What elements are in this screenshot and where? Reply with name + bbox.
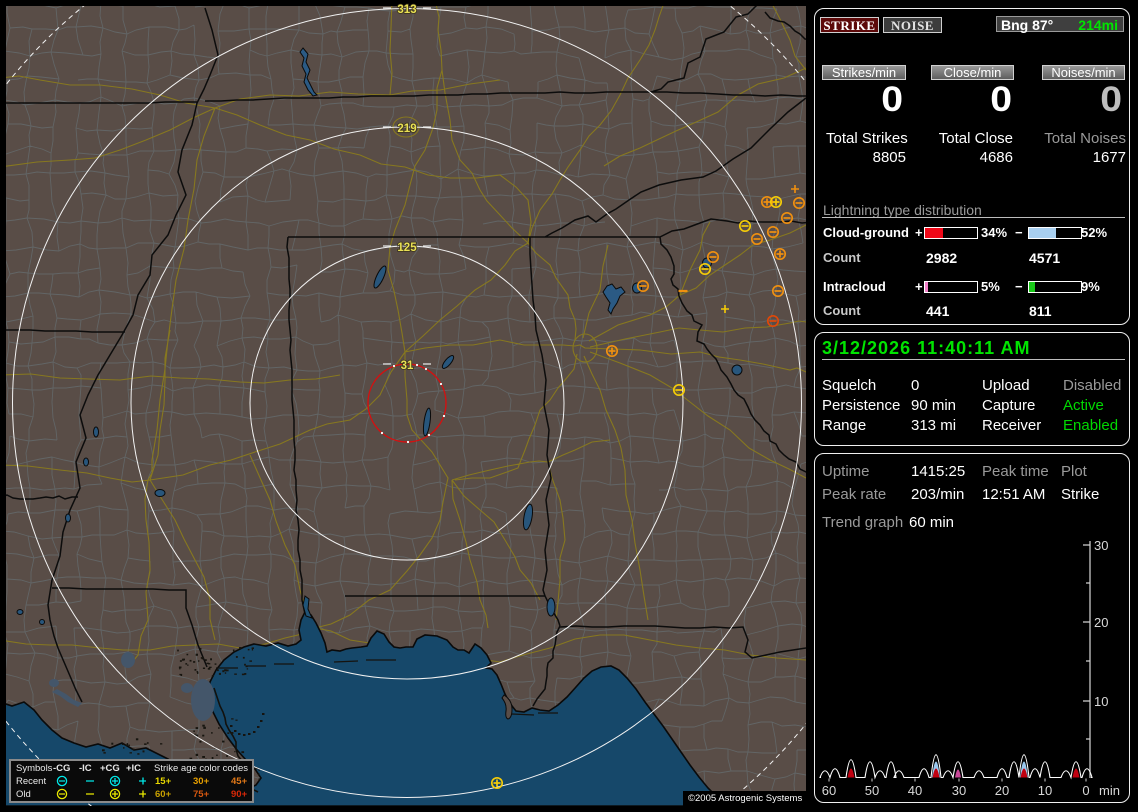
- svg-text:125: 125: [397, 242, 417, 254]
- svg-text:20: 20: [1094, 615, 1108, 630]
- svg-text:10: 10: [1094, 694, 1108, 709]
- svg-text:0: 0: [1082, 783, 1089, 798]
- svg-text:40: 40: [908, 783, 922, 798]
- svg-text:30: 30: [952, 783, 966, 798]
- svg-text:313: 313: [397, 4, 416, 16]
- svg-text:219: 219: [397, 123, 416, 135]
- svg-text:31: 31: [401, 360, 414, 372]
- svg-text:30: 30: [1094, 538, 1108, 553]
- svg-text:20: 20: [995, 783, 1009, 798]
- svg-text:60: 60: [822, 783, 836, 798]
- svg-text:50: 50: [865, 783, 879, 798]
- svg-text:min: min: [1099, 783, 1120, 798]
- svg-text:10: 10: [1038, 783, 1052, 798]
